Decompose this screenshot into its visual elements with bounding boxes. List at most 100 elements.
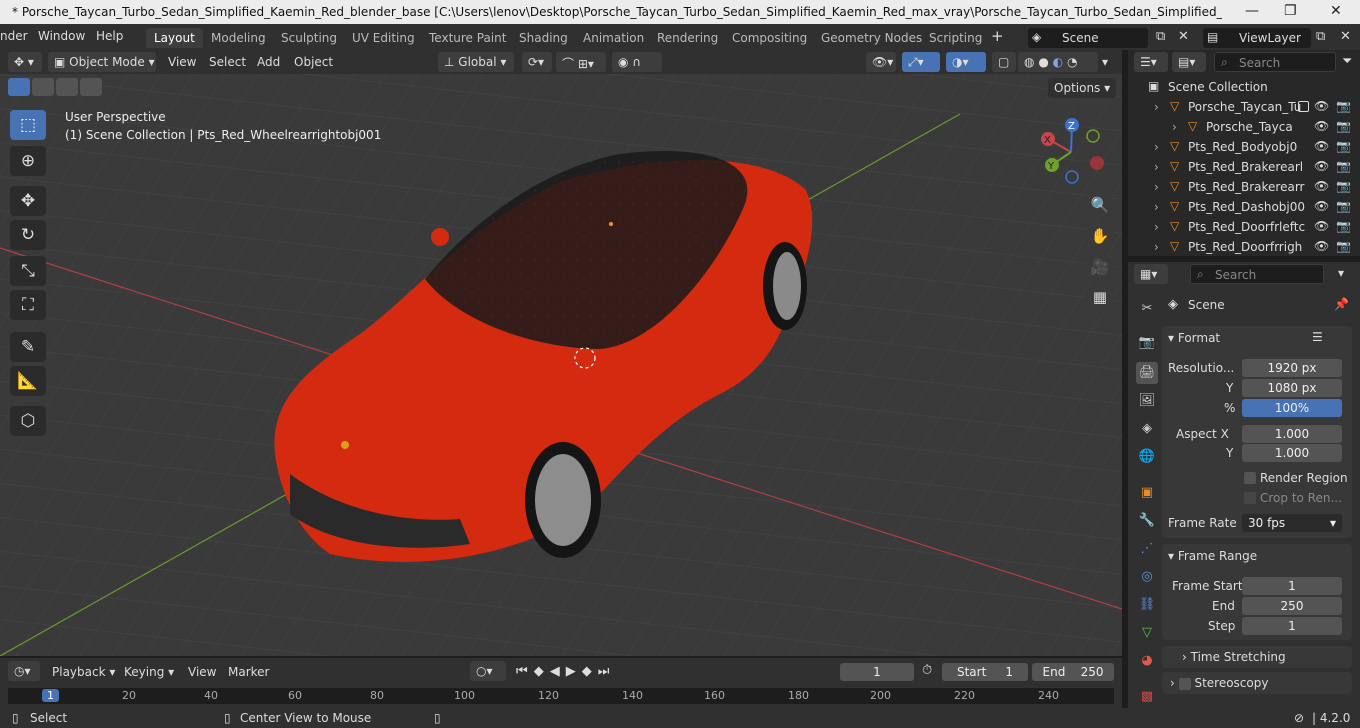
select-subtract-icon[interactable]: [56, 78, 78, 96]
shading-dropdown-icon[interactable]: ▾: [1102, 55, 1108, 69]
pin-icon[interactable]: 📌: [1334, 297, 1349, 311]
gizmo-neg-z-icon[interactable]: [1065, 170, 1079, 184]
modifier-tab-icon[interactable]: 🔧: [1136, 510, 1158, 532]
camera-view-icon[interactable]: 🎥: [1086, 253, 1114, 281]
outliner-row[interactable]: › ▽ Porsche_Tayca 👁 📷: [1128, 117, 1360, 137]
timeline-menu-keying[interactable]: Keying ▾: [124, 665, 174, 679]
frame-start-field[interactable]: 1: [1242, 577, 1342, 595]
expand-arrow-icon[interactable]: ›: [1154, 140, 1159, 154]
frame-rate-dropdown[interactable]: 30 fps ▾: [1242, 514, 1342, 532]
3d-viewport[interactable]: User Perspective (1) Scene Collection | …: [0, 74, 1122, 656]
texture-tab-icon[interactable]: ▩: [1136, 686, 1158, 708]
aspect-x-field[interactable]: 1.000: [1242, 425, 1342, 443]
timeline-start-field[interactable]: Start 1: [942, 663, 1028, 681]
menu-window[interactable]: Window: [38, 29, 85, 43]
playback-controls[interactable]: ⏮◆◀▶◆⏭: [516, 664, 615, 679]
tab-scripting[interactable]: Scripting: [921, 28, 990, 48]
select-box-tool-icon[interactable]: ⬚: [10, 110, 46, 140]
select-mode-buttons[interactable]: [8, 78, 104, 96]
auto-keying-icon[interactable]: ○▾: [470, 661, 506, 681]
expand-arrow-icon[interactable]: ›: [1154, 220, 1159, 234]
expand-arrow-icon[interactable]: ›: [1172, 120, 1177, 134]
eye-icon[interactable]: 👁: [1314, 219, 1329, 233]
jump-start-icon[interactable]: ⏮: [516, 664, 534, 679]
camera-icon[interactable]: 📷: [1336, 99, 1351, 113]
properties-search-input[interactable]: ⌕ Search: [1190, 264, 1324, 284]
eye-icon[interactable]: 👁: [1314, 99, 1329, 113]
camera-icon[interactable]: 📷: [1336, 159, 1351, 173]
stereoscopy-header[interactable]: › Stereoscopy: [1170, 676, 1268, 690]
options-dropdown[interactable]: Options ▾: [1048, 78, 1116, 98]
new-scene-icon[interactable]: ⧉: [1156, 29, 1165, 44]
time-stretching-panel[interactable]: › Time Stretching: [1162, 646, 1352, 668]
camera-icon[interactable]: 📷: [1336, 239, 1351, 253]
expand-arrow-icon[interactable]: ›: [1154, 200, 1159, 214]
proportional-edit-icon[interactable]: ◉ ∩: [612, 52, 662, 72]
visibility-icon[interactable]: 👁▾: [866, 52, 896, 72]
frame-range-header[interactable]: ▾ Frame Range: [1168, 549, 1257, 563]
xray-icon[interactable]: ▢: [992, 52, 1016, 72]
material-tab-icon[interactable]: ◕: [1136, 650, 1158, 672]
gizmo-toggle-icon[interactable]: ⤢▾: [902, 52, 940, 72]
camera-icon[interactable]: 📷: [1336, 139, 1351, 153]
ortho-toggle-icon[interactable]: ▦: [1086, 283, 1114, 311]
viewport-menu-select[interactable]: Select: [209, 55, 246, 69]
render-region-checkbox[interactable]: [1244, 472, 1256, 484]
outliner-search-input[interactable]: ⌕ Search: [1214, 52, 1336, 72]
eye-icon[interactable]: 👁: [1314, 119, 1329, 133]
stereoscopy-panel[interactable]: › Stereoscopy: [1162, 672, 1352, 694]
timeline-menu-playback[interactable]: Playback ▾: [52, 665, 115, 679]
viewport-menu-object[interactable]: Object: [294, 55, 333, 69]
world-tab-icon[interactable]: 🌐: [1136, 446, 1158, 468]
outliner-row[interactable]: › ▽ Porsche_Taycan_Tu 👁 📷: [1128, 97, 1360, 117]
outliner-row[interactable]: › ▽ Pts_Red_Brakerearr 👁 📷: [1128, 177, 1360, 197]
expand-arrow-icon[interactable]: ›: [1154, 180, 1159, 194]
editor-type-icon[interactable]: ✥ ▾: [8, 52, 42, 72]
tab-uv-editing[interactable]: UV Editing: [344, 28, 423, 48]
measure-tool-icon[interactable]: 📐: [10, 366, 46, 396]
outliner-row[interactable]: › ▽ Pts_Red_Dashobj00 👁 📷: [1128, 197, 1360, 217]
expand-arrow-icon[interactable]: ›: [1154, 100, 1159, 114]
particles-tab-icon[interactable]: ⋰: [1136, 538, 1158, 560]
rendered-shading-icon[interactable]: ◔: [1067, 55, 1077, 69]
add-cube-tool-icon[interactable]: ⬡: [10, 406, 46, 436]
gizmo-neg-x-icon[interactable]: [1090, 156, 1104, 170]
mode-dropdown[interactable]: ▣ Object Mode ▾: [48, 52, 156, 72]
pivot-point-icon[interactable]: ⟳▾: [522, 52, 552, 72]
tab-texture-paint[interactable]: Texture Paint: [421, 28, 514, 48]
properties-editor-type-icon[interactable]: ▦▾: [1134, 264, 1168, 284]
expand-arrow-icon[interactable]: ›: [1154, 160, 1159, 174]
format-panel-header[interactable]: ▾ Format: [1168, 331, 1220, 345]
play-reverse-icon[interactable]: ◀: [550, 664, 566, 679]
eye-icon[interactable]: 👁: [1314, 139, 1329, 153]
scene-selector[interactable]: ◈ Scene: [1028, 28, 1148, 48]
camera-icon[interactable]: 📷: [1336, 119, 1351, 133]
select-extend-icon[interactable]: [32, 78, 54, 96]
camera-icon[interactable]: 📷: [1336, 219, 1351, 233]
new-viewlayer-icon[interactable]: ⧉: [1316, 29, 1325, 44]
tab-compositing[interactable]: Compositing: [724, 28, 815, 48]
scene-tab-icon[interactable]: ◈: [1136, 418, 1158, 440]
timeline-ruler[interactable]: 1 20 40 60 80 100 120 140 160 180 200 220 240: [8, 688, 1114, 704]
viewlayer-selector[interactable]: ▤ ViewLayer: [1203, 28, 1311, 48]
overlay-toggle-icon[interactable]: ◑▾: [946, 52, 986, 72]
output-tab-icon[interactable]: 🖨: [1136, 362, 1158, 384]
menu-file[interactable]: nder: [0, 29, 28, 43]
camera-icon[interactable]: 📷: [1336, 179, 1351, 193]
outliner-root-row[interactable]: ▣ Scene Collection: [1128, 77, 1360, 97]
shading-modes[interactable]: ◍ ● ◐ ◔: [1018, 52, 1098, 72]
tab-sculpting[interactable]: Sculpting: [273, 28, 345, 48]
wireframe-shading-icon[interactable]: ◍: [1024, 55, 1034, 69]
outliner-row[interactable]: › ▽ Pts_Red_Bodyobj0 👁 📷: [1128, 137, 1360, 157]
pan-hand-icon[interactable]: ✋: [1086, 222, 1114, 250]
rotate-tool-icon[interactable]: ↻: [10, 220, 46, 250]
object-tab-icon[interactable]: ▣: [1136, 482, 1158, 504]
chevron-down-icon[interactable]: ▾: [1338, 266, 1344, 280]
stopwatch-icon[interactable]: ⏱: [922, 663, 932, 678]
transform-orientation-dropdown[interactable]: ⊥ Global ▾: [438, 52, 514, 72]
view-layer-tab-icon[interactable]: 🖼: [1136, 390, 1158, 412]
snap-icon[interactable]: ⌒ ⊞▾: [556, 52, 606, 72]
playhead-frame[interactable]: 1: [42, 689, 59, 702]
scale-tool-icon[interactable]: ⤡: [10, 256, 46, 286]
outliner-row[interactable]: › ▽ Pts_Red_Doorfrleftc 👁 📷: [1128, 217, 1360, 237]
